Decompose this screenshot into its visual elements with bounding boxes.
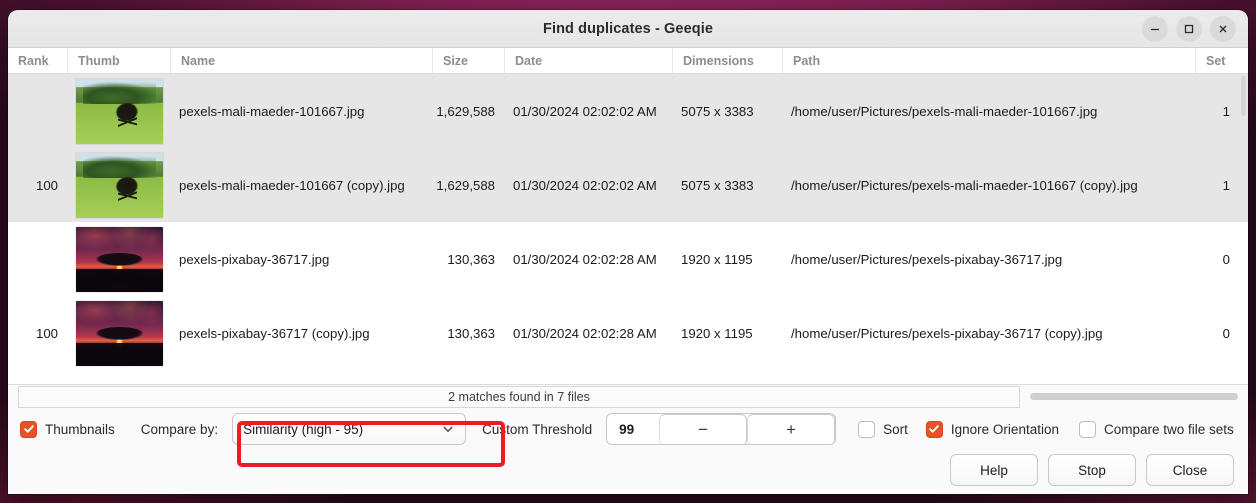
cell-thumb	[68, 296, 171, 370]
cell-path: /home/user/Pictures/pexels-pixabay-36717…	[791, 325, 1103, 341]
minimize-icon	[1149, 23, 1161, 35]
minimize-button[interactable]	[1142, 15, 1168, 42]
column-header-name[interactable]: Name	[171, 48, 433, 73]
cell-date: 01/30/2024 02:02:28 AM	[513, 251, 657, 267]
cell-dimensions: 1920 x 1195	[681, 325, 753, 341]
checkbox-indicator	[925, 420, 943, 438]
cell-rank: 100	[35, 177, 58, 193]
cell-dimensions: 1920 x 1195	[681, 251, 753, 267]
progress-bar: 2 matches found in 7 files	[18, 385, 1020, 408]
cell-size: 130,363	[447, 325, 495, 341]
threshold-value[interactable]: 99	[607, 414, 659, 444]
compare-by-select[interactable]: Similarity (high - 95)	[232, 413, 467, 445]
table-header-row: Rank Thumb Name Size Date Dimensions Pat…	[8, 48, 1248, 74]
cell-rank	[8, 74, 68, 148]
cell-size: 130,363	[447, 251, 495, 267]
help-button[interactable]: Help	[950, 454, 1038, 486]
cell-date: 01/30/2024 02:02:02 AM	[513, 177, 657, 193]
checkbox-indicator	[1078, 420, 1096, 438]
compare-by-label: Compare by:	[140, 421, 219, 437]
dialog-action-buttons: Help Stop Close	[8, 450, 1248, 494]
cell-path: /home/user/Pictures/pexels-mali-maeder-1…	[791, 177, 1138, 193]
thumbnail-image	[76, 78, 163, 144]
cell-set: 1	[1222, 177, 1230, 193]
table-row[interactable]: 100 pexels-mali-maeder-101667 (copy).jpg…	[8, 148, 1248, 222]
table-row[interactable]: pexels-pixabay-36717.jpg 130,363 01/30/2…	[8, 222, 1248, 296]
close-icon	[1217, 23, 1229, 35]
horizontal-scrollbar-area[interactable]	[1020, 393, 1248, 400]
threshold-spinner[interactable]: 99 − +	[606, 413, 837, 445]
thumbnails-label: Thumbnails	[45, 421, 115, 437]
duplicates-list[interactable]: pexels-mali-maeder-101667.jpg 1,629,588 …	[8, 74, 1248, 384]
ignore-orientation-label: Ignore Orientation	[950, 421, 1059, 437]
cell-rank	[8, 222, 68, 296]
thumbnail-image	[76, 152, 163, 218]
cell-thumb	[68, 222, 171, 296]
maximize-icon	[1183, 23, 1195, 35]
compare-by-value: Similarity (high - 95)	[243, 421, 364, 437]
column-header-dimensions[interactable]: Dimensions	[673, 48, 783, 73]
ignore-orientation-checkbox[interactable]: Ignore Orientation	[925, 420, 1059, 438]
cell-set: 0	[1222, 251, 1230, 267]
vertical-scrollbar[interactable]	[1241, 76, 1246, 116]
thumbnail-image	[76, 300, 163, 366]
cell-size: 1,629,588	[436, 177, 495, 193]
cell-name: pexels-pixabay-36717.jpg	[179, 251, 330, 267]
threshold-increment-button[interactable]: +	[747, 414, 836, 444]
close-dialog-button[interactable]: Close	[1146, 454, 1234, 486]
cell-set: 0	[1222, 325, 1230, 341]
compare-two-file-sets-checkbox[interactable]: Compare two file sets	[1078, 420, 1234, 438]
column-header-date[interactable]: Date	[505, 48, 673, 73]
cell-date: 01/30/2024 02:02:02 AM	[513, 103, 657, 119]
maximize-button[interactable]	[1176, 15, 1202, 42]
sort-checkbox[interactable]: Sort	[858, 420, 908, 438]
horizontal-scrollbar[interactable]	[1030, 393, 1238, 400]
compare-two-file-sets-label: Compare two file sets	[1103, 421, 1234, 437]
title-bar: Find duplicates - Geeqie	[8, 10, 1248, 48]
table-row[interactable]: 100 pexels-pixabay-36717 (copy).jpg 130,…	[8, 296, 1248, 370]
cell-thumb	[68, 74, 171, 148]
cell-date: 01/30/2024 02:02:28 AM	[513, 325, 657, 341]
chevron-down-icon	[441, 422, 455, 436]
window-controls	[1142, 15, 1248, 42]
sort-label: Sort	[883, 421, 908, 437]
status-message: 2 matches found in 7 files	[448, 389, 590, 404]
cell-thumb	[68, 148, 171, 222]
cell-set: 1	[1222, 103, 1230, 119]
cell-name: pexels-pixabay-36717 (copy).jpg	[179, 325, 370, 341]
thumbnails-checkbox[interactable]: Thumbnails	[20, 420, 115, 438]
threshold-decrement-button[interactable]: −	[659, 414, 748, 444]
cell-size: 1,629,588	[436, 103, 495, 119]
column-header-set[interactable]: Set	[1196, 48, 1240, 73]
cell-name: pexels-mali-maeder-101667 (copy).jpg	[179, 177, 405, 193]
cell-path: /home/user/Pictures/pexels-pixabay-36717…	[791, 251, 1063, 267]
custom-threshold-label: Custom Threshold	[482, 421, 593, 437]
find-duplicates-window: Find duplicates - Geeqie Rank Thumb Name…	[8, 10, 1248, 494]
close-button[interactable]	[1210, 15, 1236, 42]
status-bar: 2 matches found in 7 files	[8, 384, 1248, 408]
column-header-path[interactable]: Path	[783, 48, 1196, 73]
stop-button[interactable]: Stop	[1048, 454, 1136, 486]
cell-dimensions: 5075 x 3383	[681, 103, 754, 119]
checkbox-indicator	[858, 420, 876, 438]
cell-dimensions: 5075 x 3383	[681, 177, 754, 193]
cell-path: /home/user/Pictures/pexels-mali-maeder-1…	[791, 103, 1098, 119]
column-header-rank[interactable]: Rank	[8, 48, 68, 73]
table-row[interactable]: pexels-mali-maeder-101667.jpg 1,629,588 …	[8, 74, 1248, 148]
cell-name: pexels-mali-maeder-101667.jpg	[179, 103, 365, 119]
thumbnail-image	[76, 226, 163, 292]
options-toolbar: Thumbnails Compare by: Similarity (high …	[8, 408, 1248, 450]
checkbox-indicator	[20, 420, 37, 438]
column-header-size[interactable]: Size	[433, 48, 505, 73]
cell-rank: 100	[35, 325, 58, 341]
column-header-thumb[interactable]: Thumb	[68, 48, 171, 73]
window-title: Find duplicates - Geeqie	[543, 20, 713, 37]
